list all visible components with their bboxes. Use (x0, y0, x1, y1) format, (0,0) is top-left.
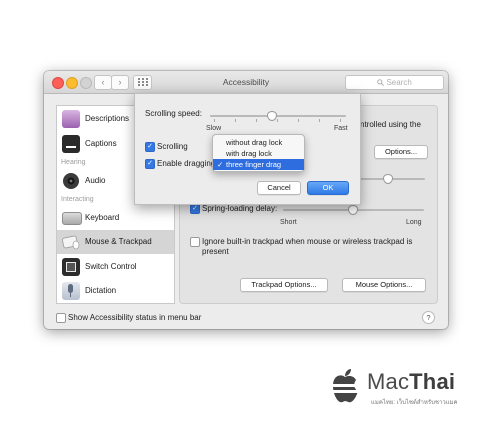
sidebar-item-label: Keyboard (85, 213, 120, 222)
partial-slider-knob[interactable] (383, 174, 393, 184)
show-status-label: Show Accessibility status in menu bar (68, 313, 202, 322)
long-label: Long (406, 219, 422, 226)
ignore-trackpad-label: Ignore built-in trackpad when mouse or w… (202, 237, 413, 256)
menu-item-label: with drag lock (226, 149, 272, 158)
logo-thai: Thai (409, 369, 456, 394)
section-header-hearing: Hearing (61, 159, 86, 166)
macthai-logo: MacThai (367, 369, 455, 395)
mouse-icon (62, 233, 80, 251)
scrolling-label: Scrolling (157, 142, 188, 151)
show-status-checkbox[interactable] (56, 313, 66, 323)
sidebar-item-label: Audio (85, 176, 106, 185)
apple-logo-icon (330, 369, 360, 403)
mouse-options-button[interactable]: Mouse Options... (342, 278, 426, 292)
search-field[interactable]: Search (345, 75, 444, 90)
logo-tagline: แมคไทย: เว็บไซต์สำหรับชาวแมค (371, 400, 458, 406)
scrolling-speed-knob[interactable] (267, 111, 278, 121)
sidebar-item-label: Descriptions (85, 114, 130, 123)
pane-description-text: ntrolled using the (360, 120, 421, 129)
search-placeholder: Search (386, 78, 412, 87)
logo-mac: Mac (367, 369, 410, 394)
descriptions-icon (62, 110, 80, 128)
menu-item-with-drag-lock[interactable]: with drag lock (213, 148, 304, 159)
sidebar-item-label: Switch Control (85, 262, 137, 271)
menu-item-label: without drag lock (226, 138, 283, 147)
enable-dragging-label: Enable dragging (157, 159, 216, 168)
keyboard-icon (62, 212, 82, 225)
fast-label: Fast (334, 125, 348, 132)
sidebar-item-dictation[interactable]: Dictation (57, 279, 174, 303)
scrolling-speed-label: Scrolling speed: (145, 109, 202, 118)
trackpad-options-button[interactable]: Trackpad Options... (240, 278, 328, 292)
ignore-trackpad-checkbox[interactable] (190, 237, 200, 247)
help-button[interactable]: ? (422, 311, 435, 324)
menu-item-without-drag-lock[interactable]: without drag lock (213, 137, 304, 148)
spring-loading-checkbox[interactable]: ✓ (190, 204, 200, 214)
captions-icon (62, 135, 80, 153)
menu-item-three-finger-drag[interactable]: ✓ three finger drag (213, 159, 304, 170)
checkmark-icon: ✓ (217, 160, 224, 169)
microphone-icon (62, 282, 80, 300)
ok-button[interactable]: OK (307, 181, 349, 195)
cancel-button[interactable]: Cancel (257, 181, 301, 195)
scrolling-checkbox[interactable]: ✓ (145, 142, 155, 152)
sidebar-item-mouse-trackpad[interactable]: Mouse & Trackpad (57, 230, 174, 254)
scrolling-speed-track (210, 115, 346, 117)
sidebar-item-switch-control[interactable]: Switch Control (57, 255, 174, 279)
title-bar: ‹ › Accessibility Search (44, 71, 448, 94)
short-label: Short (280, 219, 297, 226)
spring-loading-knob[interactable] (348, 205, 358, 215)
section-header-interacting: Interacting (61, 196, 94, 203)
slow-label: Slow (206, 125, 222, 132)
enable-dragging-checkbox[interactable]: ✓ (145, 159, 155, 169)
search-icon (377, 79, 385, 86)
options-button[interactable]: Options... (374, 145, 428, 159)
drag-style-menu[interactable]: without drag lock with drag lock ✓ three… (212, 134, 305, 172)
speaker-icon (62, 172, 80, 190)
switch-control-icon (62, 258, 80, 276)
menu-item-label: three finger drag (226, 160, 282, 169)
sidebar-item-label: Captions (85, 139, 117, 148)
sidebar-item-label: Mouse & Trackpad (85, 237, 152, 246)
sidebar-item-keyboard[interactable]: Keyboard (57, 206, 174, 230)
sidebar-item-label: Dictation (85, 286, 117, 295)
spring-loading-label: Spring-loading delay: (202, 204, 278, 213)
